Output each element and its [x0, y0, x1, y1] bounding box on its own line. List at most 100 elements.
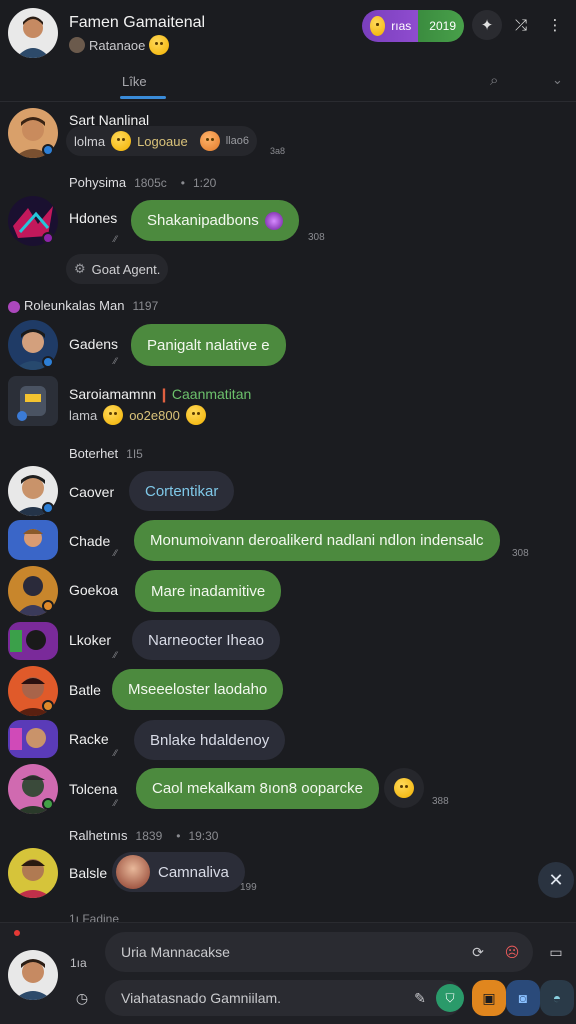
sender-name: Lkoker: [69, 632, 112, 648]
message-bubble[interactable]: Mare inadamitive: [135, 570, 282, 612]
section-header: Boterhet 1I5: [69, 446, 143, 461]
sender-name: Saroiamamnn ❙ Caanmatitan: [69, 386, 251, 403]
emoji-icon: [149, 35, 170, 55]
message-tick: 3a8: [270, 146, 286, 156]
chat-subtitle: Ratanaoe: [69, 35, 170, 55]
sub-text: lama: [69, 407, 98, 423]
message-text: Monumoivann deroalikerd nadlani ndlon in…: [150, 532, 484, 549]
message-bubble[interactable]: Bnlake hdaldenoy: [134, 720, 286, 760]
search-icon[interactable]: ⌕: [490, 72, 498, 89]
verified-badge: [42, 144, 54, 156]
message-text: Logoaue: [137, 133, 188, 149]
avatar[interactable]: [8, 520, 58, 560]
sender-name: Gadens: [69, 336, 119, 352]
avatar[interactable]: [8, 720, 58, 758]
user-avatar[interactable]: [8, 950, 58, 1000]
gift-icon[interactable]: ▣: [472, 980, 506, 1016]
shield-icon[interactable]: ⛉: [436, 984, 464, 1012]
chat-title: Famen Gamaitenal: [69, 14, 206, 31]
input-placeholder: Uria Mannacakse: [121, 944, 230, 960]
mini-avatar: [69, 37, 85, 53]
tab-like[interactable]: Lîke: [122, 74, 147, 89]
message-bubble[interactable]: Shakanipadbons: [131, 200, 299, 241]
section-time: 19:30: [188, 829, 219, 843]
message-text: Camnaliva: [158, 863, 229, 881]
pin-icon[interactable]: ✦: [472, 10, 502, 40]
sender-name-text: Saroiamamnn: [69, 386, 157, 402]
avatar[interactable]: [8, 848, 58, 898]
chat-icon[interactable]: ▭: [540, 936, 572, 968]
sender-name: Goekoa: [69, 582, 119, 598]
section-name: Roleunkalas Man: [24, 298, 125, 313]
sender-name: Caover: [69, 484, 115, 500]
message-tick: 308: [512, 548, 529, 559]
emoji-picker-icon[interactable]: ☹: [496, 936, 528, 968]
message-bubble[interactable]: Panigalt nalative e: [131, 324, 286, 366]
sender-name: Chade: [69, 533, 111, 549]
section-time: 1I5: [126, 447, 143, 461]
status-pill[interactable]: rıas 2019: [362, 10, 464, 42]
status-badge: [42, 700, 54, 712]
section-name: Boterhet: [69, 446, 119, 461]
message-text: Mseeeloster laodaho: [128, 681, 268, 698]
sender-name: Balsle: [69, 865, 108, 881]
attach-icon[interactable]: ✎: [404, 982, 436, 1014]
message-text: Bnlake hdaldenoy: [150, 731, 270, 749]
subtitle-text: Ratanaoe: [89, 37, 146, 53]
section-name: Pohysima: [69, 175, 127, 190]
message-text: Caol mekalkam 8ıon8 ooparcke: [152, 780, 363, 797]
fire-icon: ❙: [158, 386, 170, 402]
sender-name: Racke: [69, 731, 109, 747]
section-time: 1:20: [192, 176, 217, 190]
sender-name: Hdones: [69, 210, 118, 226]
pill-left-text: rıas: [391, 19, 412, 33]
message-text: Panigalt nalative e: [147, 336, 270, 354]
sticker-icon: [264, 211, 283, 230]
share-icon[interactable]: ⤮: [506, 10, 536, 40]
section-header: Pohysima 1805c • 1:20: [69, 175, 217, 190]
status-badge: [42, 232, 54, 244]
message-bubble[interactable]: Caol mekalkam 8ıon8 ooparcke: [136, 768, 379, 809]
sender-name: Batle: [69, 682, 101, 698]
system-text: Goat Agent.: [91, 261, 161, 277]
chat-avatar[interactable]: [8, 8, 58, 58]
message-bubble[interactable]: Narneocter Iheao: [132, 620, 280, 660]
message-meta: llao6: [225, 135, 249, 147]
sub-text: oo2e800: [129, 407, 180, 423]
message-bubble[interactable]: Mseeeloster laodaho: [112, 669, 284, 710]
section-header: Roleunkalas Man 1197: [8, 298, 158, 313]
section-time: 1805c: [134, 176, 167, 190]
emoji-icon: [199, 131, 220, 151]
section-header: Ralhetınıs 1839 • 19:30: [69, 828, 219, 843]
close-fab-button[interactable]: ✕: [538, 862, 574, 898]
emoji-icon: [185, 405, 206, 425]
message-bubble[interactable]: lolma Logoaue llao6: [66, 126, 257, 156]
gif-icon[interactable]: ◓: [540, 980, 574, 1016]
message-tick: 199: [240, 882, 257, 893]
pill-right-text: 2019: [429, 19, 456, 33]
section-name: Ralhetınıs: [69, 828, 128, 843]
message-bubble[interactable]: Camnaliva: [112, 852, 245, 892]
avatar[interactable]: [8, 376, 58, 426]
sticker-icon[interactable]: ◙: [506, 980, 540, 1016]
more-icon[interactable]: ⋮: [540, 10, 570, 40]
message-text: Mare inadamitive: [151, 582, 266, 600]
emoji-icon: [111, 131, 132, 151]
record-indicator: [14, 930, 20, 936]
history-icon[interactable]: ◷: [66, 982, 98, 1014]
link-icon[interactable]: ⟳: [462, 936, 494, 968]
chevron-down-icon[interactable]: ⌄: [552, 72, 563, 88]
message-sub: lama oo2e800: [69, 405, 206, 425]
tab-bar: Lîke ⌕ ⌄: [0, 62, 576, 102]
emoji-icon: [370, 16, 386, 36]
message-bubble[interactable]: Cortentikar: [129, 471, 235, 511]
avatar[interactable]: [8, 622, 58, 660]
section-time: 1197: [132, 299, 159, 313]
sender-tag: Caanmatitan: [171, 386, 252, 402]
reaction-button[interactable]: [384, 768, 424, 808]
robot-icon: ⚙: [74, 261, 86, 276]
chat-header: Famen Gamaitenal Ratanaoe rıas 2019 ✦ ⤮ …: [0, 0, 576, 62]
message-text: Narneocter Iheao: [148, 631, 264, 649]
message-bubble[interactable]: Monumoivann deroalikerd nadlani ndlon in…: [134, 520, 500, 561]
message-tick: 308: [308, 232, 325, 243]
